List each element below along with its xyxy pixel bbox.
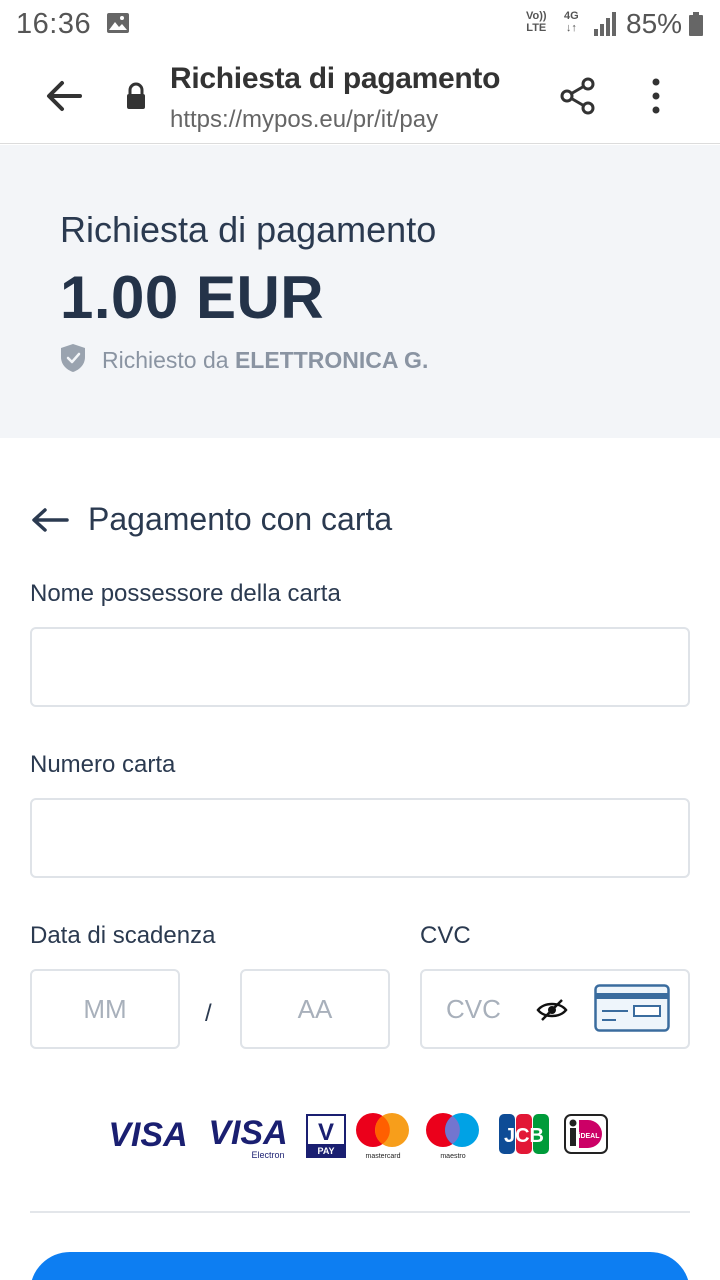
shield-check-icon	[61, 344, 85, 372]
payment-amount: 1.00 EUR	[60, 264, 325, 331]
vpay-v-text: V	[318, 1119, 334, 1146]
merchant-name: ELETTRONICA G.	[234, 347, 429, 373]
card-payment-form: Pagamento con carta Nome possessore dell…	[0, 438, 720, 1280]
cardholder-label: Nome possessore della carta	[30, 580, 341, 607]
vpay-logo: V PAY	[306, 1114, 346, 1158]
signal-icon	[594, 12, 616, 36]
lock-icon[interactable]	[124, 82, 148, 110]
payment-request-title: Richiesta di pagamento	[60, 209, 437, 250]
section-title: Pagamento con carta	[88, 501, 393, 537]
back-arrow-icon[interactable]	[30, 502, 70, 538]
cvc-label: CVC	[420, 922, 471, 949]
expiry-year-field-box[interactable]	[240, 969, 390, 1049]
accepted-cards: VISA VISA Electron V PAY mastercard maes…	[106, 1110, 616, 1162]
network-indicator: 4G ↓↑	[564, 10, 579, 34]
cardholder-input[interactable]	[32, 629, 688, 705]
ideal-text: iDEAL	[579, 1133, 601, 1140]
electron-text: Electron	[251, 1150, 284, 1160]
hide-eye-icon[interactable]	[536, 998, 568, 1022]
share-icon[interactable]	[556, 74, 600, 118]
visa-electron-logo: VISA Electron	[208, 1114, 287, 1160]
data-arrows-icon: ↓↑	[565, 22, 577, 34]
requested-by: Richiesto da ELETTRONICA G.	[102, 347, 428, 374]
lte-label: LTE	[526, 22, 547, 34]
ideal-logo: iDEAL	[564, 1114, 608, 1154]
volte-indicator: Vo)) LTE	[526, 10, 547, 34]
more-options-icon[interactable]	[640, 74, 672, 118]
expiry-label: Data di scadenza	[30, 922, 216, 949]
page-url[interactable]: https://mypos.eu/pr/it/pay	[170, 106, 438, 134]
page-title: Richiesta di pagamento	[170, 62, 501, 95]
cvc-input[interactable]	[422, 971, 532, 1047]
battery-level: 85%	[626, 8, 683, 39]
expiry-year-input[interactable]	[242, 971, 388, 1047]
back-arrow-icon[interactable]	[40, 72, 88, 120]
card-number-input[interactable]	[32, 800, 688, 876]
card-back-icon	[594, 984, 670, 1032]
jcb-text: JCB	[504, 1125, 544, 1147]
jcb-logo: JCB	[499, 1114, 549, 1154]
battery-icon	[689, 12, 703, 36]
status-time: 16:36	[16, 8, 92, 40]
expiry-month-field-box[interactable]	[30, 969, 180, 1049]
cardholder-field-box[interactable]	[30, 627, 690, 707]
network-label: 4G	[564, 10, 579, 22]
image-notification-icon	[107, 13, 129, 33]
card-number-field-box[interactable]	[30, 798, 690, 878]
expiry-month-input[interactable]	[32, 971, 178, 1047]
card-number-label: Numero carta	[30, 751, 176, 778]
divider	[30, 1211, 690, 1213]
pay-button[interactable]	[30, 1252, 690, 1280]
maestro-logo: maestro	[426, 1113, 479, 1160]
visa-electron-text: VISA	[208, 1114, 287, 1152]
expiry-separator: /	[205, 1000, 212, 1027]
browser-toolbar: Richiesta di pagamento https://mypos.eu/…	[0, 48, 720, 144]
payment-summary: Richiesta di pagamento 1.00 EUR Richiest…	[0, 145, 720, 438]
requested-by-prefix: Richiesto da	[102, 347, 235, 373]
mastercard-logo: mastercard	[356, 1113, 409, 1160]
visa-text: VISA	[108, 1116, 187, 1154]
maestro-text: maestro	[440, 1153, 465, 1160]
volte-label: Vo))	[526, 10, 547, 22]
visa-logo: VISA	[108, 1116, 187, 1154]
mastercard-text: mastercard	[365, 1153, 400, 1160]
status-bar: 16:36 Vo)) LTE 4G ↓↑ 85%	[0, 0, 720, 48]
vpay-pay-text: PAY	[317, 1146, 334, 1156]
